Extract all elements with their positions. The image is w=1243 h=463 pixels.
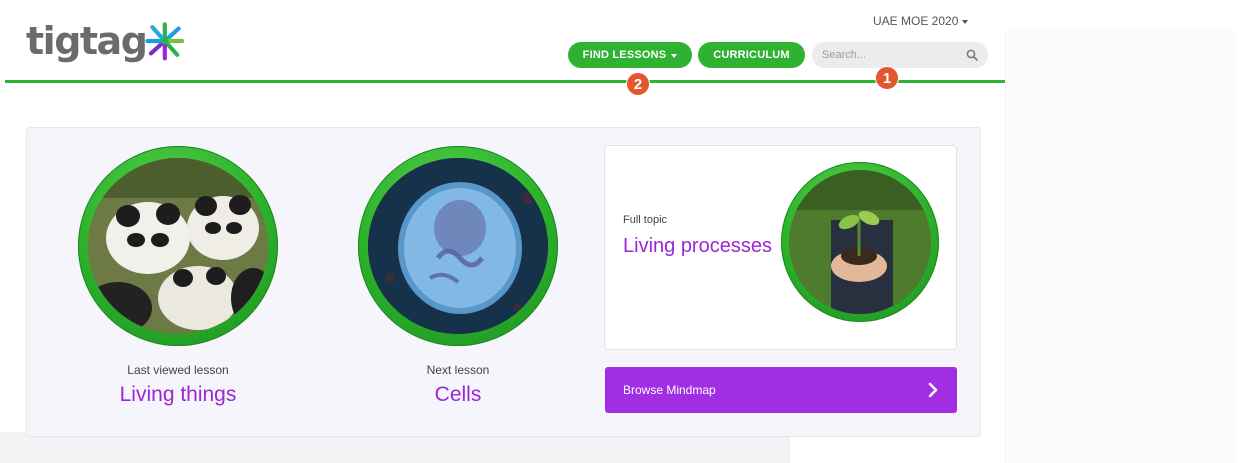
logo-wordmark: tigtag bbox=[26, 19, 148, 63]
search-icon[interactable] bbox=[966, 49, 978, 61]
region-selector[interactable]: UAE MOE 2020 bbox=[873, 14, 969, 28]
seedling-image bbox=[789, 170, 931, 314]
last-viewed-lesson-image[interactable] bbox=[78, 146, 278, 346]
curriculum-label: CURRICULUM bbox=[713, 49, 790, 61]
full-topic-image[interactable] bbox=[781, 162, 939, 322]
full-topic-label: Full topic bbox=[623, 214, 668, 226]
background-strip bbox=[1005, 30, 1237, 463]
find-lessons-button[interactable]: FIND LESSONS bbox=[568, 42, 692, 68]
logo-star-icon bbox=[145, 22, 185, 61]
full-topic-title[interactable]: Living processes bbox=[623, 234, 773, 258]
search-input[interactable] bbox=[822, 49, 962, 61]
next-lesson-title[interactable]: Cells bbox=[358, 383, 558, 407]
pandas-image bbox=[88, 158, 268, 334]
next-lesson-image[interactable] bbox=[358, 146, 558, 346]
cell-image bbox=[368, 158, 548, 334]
search-box[interactable] bbox=[812, 42, 988, 68]
browse-mindmap-label: Browse Mindmap bbox=[623, 383, 716, 397]
last-viewed-label: Last viewed lesson bbox=[127, 363, 229, 377]
last-viewed-title[interactable]: Living things bbox=[78, 383, 278, 407]
tigtag-logo[interactable]: tigtag bbox=[26, 8, 186, 74]
full-topic-card[interactable]: Full topic Living processes bbox=[604, 145, 957, 350]
browse-mindmap-button[interactable]: Browse Mindmap bbox=[605, 367, 957, 413]
caret-down-icon bbox=[671, 54, 678, 58]
caret-down-icon bbox=[962, 20, 969, 24]
step-badge-2: 2 bbox=[626, 72, 650, 96]
find-lessons-label: FIND LESSONS bbox=[582, 49, 667, 61]
header: tigtag UAE MOE 2020 FIND LESSONS CURRICU… bbox=[0, 0, 1005, 84]
region-label: UAE MOE 2020 bbox=[873, 14, 959, 28]
chevron-right-icon bbox=[928, 382, 938, 398]
header-divider bbox=[5, 80, 1005, 83]
curriculum-button[interactable]: CURRICULUM bbox=[698, 42, 805, 68]
step-badge-1: 1 bbox=[875, 66, 899, 90]
next-lesson-label: Next lesson bbox=[426, 363, 490, 377]
